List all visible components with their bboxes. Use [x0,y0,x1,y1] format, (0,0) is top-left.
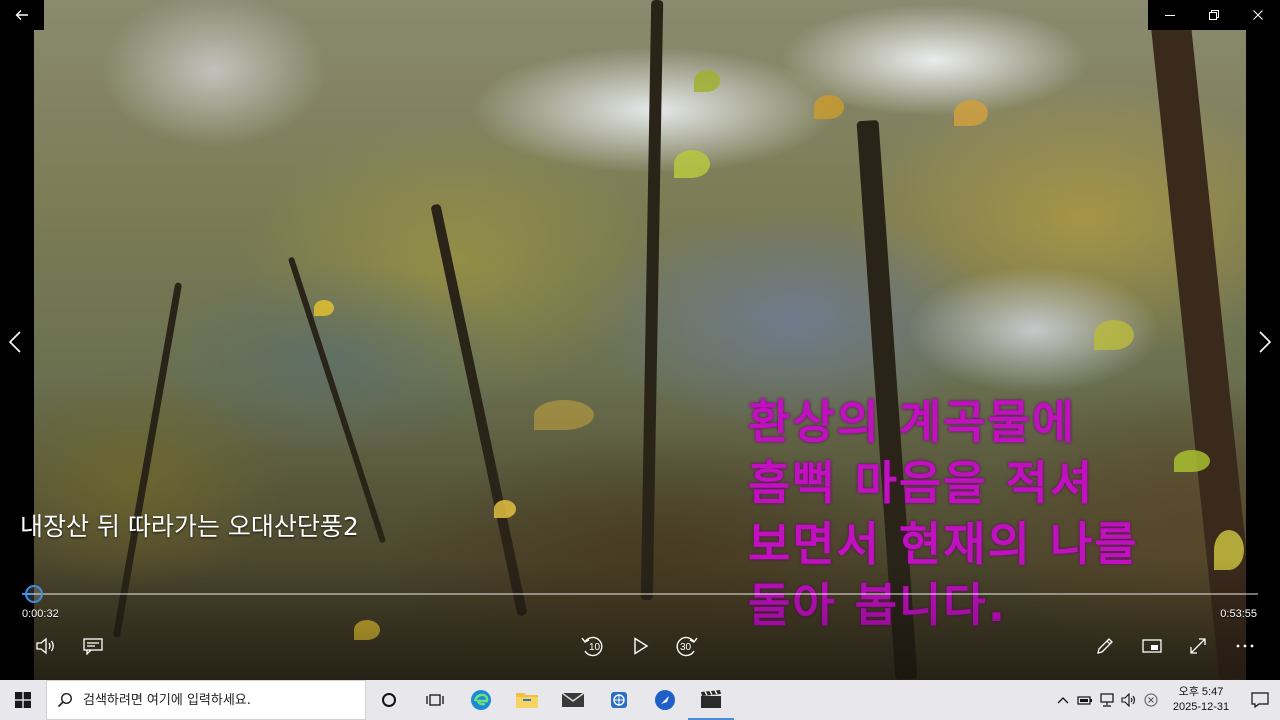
mail-app[interactable] [550,680,596,720]
video-title: 내장산 뒤 따라가는 오대산단풍2 [20,512,359,541]
leaf [314,300,334,316]
volume-button[interactable] [28,628,64,664]
mini-view-icon [1142,639,1162,653]
edit-button[interactable] [1087,628,1123,664]
edge-icon [471,690,491,710]
leaf [954,100,988,126]
play-icon [634,637,649,655]
blue-arrow-app-icon [655,690,675,710]
pinned-app[interactable] [642,680,688,720]
current-time: 0:00:32 [22,608,59,620]
fullscreen-icon [1190,638,1206,654]
tree-trunk [287,256,387,544]
file-explorer-app[interactable] [504,680,550,720]
window-controls [1148,0,1280,30]
chevron-up-icon [1057,697,1069,704]
media-player-window: 환상의 계곡물에 흠뻑 마음을 적셔 보면서 현재의 나를 돌아 봅니다. 내장… [0,0,1280,680]
taskbar: 오후 5:47 2025-12-31 [0,680,1280,720]
skip-back-button[interactable]: 10 [575,628,611,664]
seek-bar[interactable] [22,593,1258,595]
next-button[interactable] [1250,322,1280,362]
speaker-icon [1121,693,1136,707]
battery-icon [1077,696,1092,705]
back-button[interactable] [0,0,44,30]
leaf [674,150,710,178]
minimize-button[interactable] [1148,0,1192,30]
speaker-icon [36,637,54,655]
tree-trunk [430,203,528,617]
back-arrow-icon [15,10,28,20]
mini-view-button[interactable] [1134,628,1170,664]
play-button[interactable] [623,628,659,664]
network-tray-button[interactable] [1096,680,1118,720]
pencil-icon [1097,638,1113,654]
taskbar-clock[interactable]: 오후 5:47 2025-12-31 [1162,685,1240,715]
network-app[interactable] [596,680,642,720]
leaf [494,500,516,518]
leaf [814,95,844,119]
close-icon [1253,10,1263,20]
skip-forward-label: 30 [680,642,692,653]
search-input[interactable] [83,692,343,708]
volume-tray-button[interactable] [1118,680,1140,720]
leaf [694,70,720,92]
show-hidden-icons-button[interactable] [1052,680,1074,720]
video-editor-app[interactable] [688,680,734,720]
network-icon [1100,693,1114,707]
fullscreen-button[interactable] [1180,628,1216,664]
battery-tray-button[interactable] [1074,680,1096,720]
task-view-button[interactable] [412,680,458,720]
tree-trunk [640,0,664,601]
notification-center-button[interactable] [1240,680,1280,720]
clock-time: 오후 5:47 [1178,686,1224,698]
more-options-button[interactable] [1227,628,1263,664]
start-button[interactable] [0,680,46,720]
captions-icon [83,638,103,655]
mail-icon [561,692,585,707]
search-icon [57,692,73,708]
leaf [1094,320,1134,350]
chevron-left-icon [8,331,21,353]
leaf [1174,450,1210,472]
restore-icon [1209,10,1219,20]
clock-date: 2025-12-31 [1172,701,1230,713]
network-globe-icon [611,692,627,708]
leaf [534,400,594,430]
cortana-button[interactable] [366,680,412,720]
system-tray: 오후 5:47 2025-12-31 [1052,680,1280,720]
more-icon [1236,644,1254,648]
taskbar-search[interactable] [46,680,366,720]
clapperboard-icon [701,690,721,708]
notification-icon [1251,692,1269,708]
cortana-icon [382,693,396,707]
skip-back-label: 10 [589,642,601,653]
captions-button[interactable] [75,628,111,664]
close-button[interactable] [1236,0,1280,30]
restore-button[interactable] [1192,0,1236,30]
task-view-icon [426,694,444,706]
status-tray-button[interactable] [1140,680,1162,720]
skip-forward-button[interactable]: 30 [668,628,704,664]
edge-app[interactable] [458,680,504,720]
previous-button[interactable] [0,322,30,362]
minimize-icon [1165,15,1175,16]
chevron-right-icon [1259,331,1272,353]
windows-logo-icon [15,692,31,708]
folder-icon [516,693,538,708]
total-time: 0:53:55 [1220,608,1257,620]
close-circle-icon [1144,693,1158,707]
